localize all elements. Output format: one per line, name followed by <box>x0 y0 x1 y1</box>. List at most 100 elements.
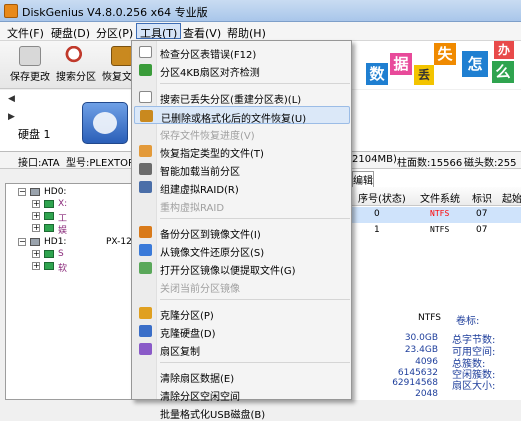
tools-menu-item[interactable]: 打开分区镜像以便提取文件(G) <box>134 259 350 277</box>
search-icon <box>139 91 152 103</box>
menu-file[interactable]: 文件(F) <box>4 24 47 40</box>
menu-disk[interactable]: 硬盘(D) <box>48 24 93 40</box>
expand-icon[interactable]: + <box>32 262 40 270</box>
tree-item-partition[interactable]: X: <box>58 199 67 209</box>
next-disk-icon[interactable]: ▶ <box>8 112 15 122</box>
tools-menu-item-label: 已删除或格式化后的文件恢复(U) <box>161 114 307 125</box>
tools-menu-item[interactable]: 搜索已丢失分区(重建分区表)(L) <box>134 88 350 106</box>
tree-item-partition[interactable]: 软 <box>58 261 67 274</box>
free-space-value: 23.4GB <box>404 345 438 355</box>
row-index: 0 <box>374 209 380 219</box>
search-partition-label: 搜索分区 <box>56 72 96 83</box>
app-icon <box>4 4 18 18</box>
heads-text: 磁头数:255 <box>464 158 517 169</box>
tree-item-hd1[interactable]: HD1: <box>44 237 66 247</box>
tools-menu-item-label: 恢复指定类型的文件(T) <box>160 149 264 160</box>
tools-menu-item[interactable]: 已删除或格式化后的文件恢复(U) <box>134 106 350 125</box>
tools-menu-item[interactable]: 备份分区到镜像文件(I) <box>134 223 350 241</box>
row-filesystem: NTFS <box>430 209 450 218</box>
banner-tile: 据 <box>390 53 412 75</box>
menu-separator <box>160 362 350 363</box>
table-row[interactable]: 1 NTFS 07 <box>352 223 521 239</box>
tab-edit[interactable]: 编辑 <box>352 171 374 187</box>
clone-partition-icon <box>139 307 152 319</box>
banner-tile: 怎 <box>462 51 488 77</box>
collapse-icon[interactable]: − <box>18 238 26 246</box>
tree-item-hd1-model: PX-12 <box>106 237 132 247</box>
promo-banner[interactable]: 数 据 丢 失 怎 么 办 <box>352 41 521 89</box>
collapse-icon[interactable]: − <box>18 188 26 196</box>
tools-menu-item[interactable]: 智能加载当前分区 <box>134 160 350 178</box>
raid-icon <box>139 181 152 193</box>
column-start[interactable]: 起始 <box>502 190 521 205</box>
search-icon <box>65 46 87 66</box>
tools-menu-item: 重构虚拟RAID <box>134 196 350 214</box>
disk-image-icon <box>82 102 128 144</box>
recover-icon <box>140 110 153 122</box>
column-id[interactable]: 标识 <box>472 190 492 205</box>
total-clusters-value: 4096 <box>415 357 438 367</box>
check-icon <box>139 46 152 58</box>
tools-menu-item-label: 保存文件恢复进度(V) <box>160 131 255 142</box>
cylinders-text: 柱面数:15566 <box>397 158 463 169</box>
menu-separator <box>160 218 350 219</box>
menu-separator <box>160 83 350 84</box>
row-index: 1 <box>374 225 380 235</box>
tools-menu-item[interactable]: 组建虚拟RAID(R) <box>134 178 350 196</box>
partition-table-header: 序号(状态) 文件系统 标识 起始 <box>352 187 521 206</box>
tools-menu-item-label: 组建虚拟RAID(R) <box>160 185 239 196</box>
expand-icon[interactable]: + <box>32 200 40 208</box>
search-partition-button[interactable]: 搜索分区 <box>54 44 98 86</box>
tools-menu-item-label: 清除扇区数据(E) <box>160 374 235 385</box>
title-bar: DiskGenius V4.8.0.256 x64 专业版 <box>0 0 521 22</box>
menu-separator <box>160 299 350 300</box>
banner-tile: 办 <box>494 41 514 59</box>
column-filesystem[interactable]: 文件系统 <box>420 190 460 205</box>
tools-menu-item-label: 批量格式化USB磁盘(B) <box>160 410 266 421</box>
window-title: DiskGenius V4.8.0.256 x64 专业版 <box>22 6 208 19</box>
disk-tree: − HD0: + X: + 工 + 娱 − HD1: PX-12 + S + 软 <box>5 183 138 400</box>
row-filesystem: NTFS <box>430 225 450 234</box>
tree-item-hd0[interactable]: HD0: <box>44 187 66 197</box>
tools-menu-item[interactable]: 清除分区空闲空间 <box>134 385 350 403</box>
tools-menu-item[interactable]: 克隆硬盘(D) <box>134 322 350 340</box>
tools-menu-item-label: 从镜像文件还原分区(S) <box>160 248 265 259</box>
expand-icon[interactable]: + <box>32 250 40 258</box>
tools-menu-item[interactable]: 批量格式化USB磁盘(B) <box>134 403 350 421</box>
save-changes-label: 保存更改 <box>10 72 50 83</box>
disk-label: 硬盘 1 <box>18 128 51 141</box>
menu-help[interactable]: 帮助(H) <box>224 24 269 40</box>
total-bytes-value: 30.0GB <box>404 333 438 343</box>
clone-disk-icon <box>139 325 152 337</box>
sector-size-value: 2048 <box>415 389 438 399</box>
expand-icon[interactable]: + <box>32 212 40 220</box>
tools-menu-item[interactable]: 清除扇区数据(E) <box>134 367 350 385</box>
tools-menu: 检查分区表错误(F12) 分区4KB扇区对齐检测 搜索已丢失分区(重建分区表)(L)… <box>131 40 352 421</box>
tools-menu-item[interactable]: 恢复指定类型的文件(T) <box>134 142 350 160</box>
tools-menu-item[interactable]: 克隆分区(P) <box>134 304 350 322</box>
sector-copy-icon <box>139 343 152 355</box>
previous-disk-icon[interactable]: ◀ <box>8 94 15 104</box>
tools-menu-item-label: 备份分区到镜像文件(I) <box>160 230 261 241</box>
menu-tools[interactable]: 工具(T) <box>136 23 182 40</box>
column-index[interactable]: 序号(状态) <box>358 190 406 205</box>
table-row[interactable]: 0 NTFS 07 <box>352 207 521 223</box>
row-id: 07 <box>476 209 488 219</box>
menu-partition[interactable]: 分区(P) <box>93 24 136 40</box>
tree-item-partition[interactable]: S <box>58 249 64 259</box>
save-changes-button[interactable]: 保存更改 <box>8 44 52 86</box>
tools-menu-item[interactable]: 扇区复制 <box>134 340 350 358</box>
tools-menu-item[interactable]: 检查分区表错误(F12) <box>134 43 350 61</box>
partition-icon <box>44 224 54 232</box>
expand-icon[interactable]: + <box>32 224 40 232</box>
tools-menu-item[interactable]: 分区4KB扇区对齐检测 <box>134 61 350 79</box>
align-icon <box>139 64 152 76</box>
save-icon <box>19 46 41 66</box>
menu-view[interactable]: 查看(V) <box>180 24 224 40</box>
backup-icon <box>139 226 152 238</box>
partition-icon <box>44 262 54 270</box>
banner-tile: 失 <box>434 43 456 65</box>
tools-menu-item[interactable]: 从镜像文件还原分区(S) <box>134 241 350 259</box>
banner-tile: 数 <box>366 63 388 85</box>
tree-item-partition[interactable]: 娱 <box>58 223 67 236</box>
